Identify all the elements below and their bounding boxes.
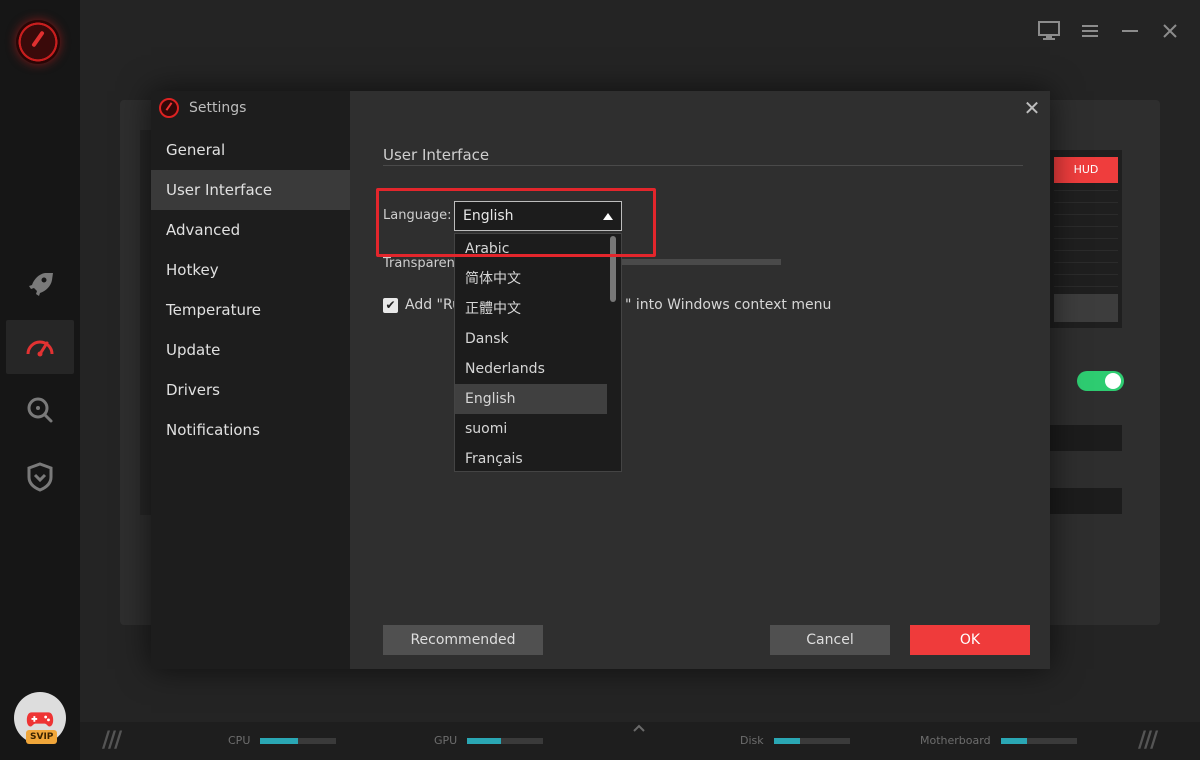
cpu-label: CPU — [228, 734, 251, 747]
background-toggle[interactable] — [1077, 371, 1124, 391]
svip-badge: SVIP — [26, 730, 58, 744]
minimize-icon[interactable] — [1117, 18, 1143, 44]
left-rail: SVIP — [0, 0, 80, 760]
language-option-nederlands[interactable]: Nederlands — [455, 354, 607, 384]
language-option-simplified-chinese[interactable]: 简体中文 — [455, 264, 607, 294]
cpu-meter-fill — [260, 737, 299, 744]
chevron-up-icon[interactable] — [632, 722, 646, 736]
context-menu-label-end: " into Windows context menu — [625, 297, 832, 313]
gpu-stat: GPU — [434, 734, 544, 747]
nav-item-notifications[interactable]: Notifications — [151, 410, 350, 450]
section-divider — [383, 165, 1023, 166]
language-option-english[interactable]: English — [455, 384, 607, 414]
disk-label: Disk — [740, 734, 764, 747]
nav-item-temperature[interactable]: Temperature — [151, 290, 350, 330]
settings-dialog: Settings General User Interface Advanced… — [151, 91, 1050, 669]
background-field[interactable] — [1050, 488, 1122, 514]
language-option-traditional-chinese[interactable]: 正體中文 — [455, 294, 607, 324]
menu-icon[interactable] — [1077, 18, 1103, 44]
recommended-button[interactable]: Recommended — [383, 625, 543, 655]
language-option-suomi[interactable]: suomi — [455, 414, 607, 444]
caret-up-icon — [603, 213, 613, 220]
gpu-label: GPU — [434, 734, 458, 747]
close-icon[interactable] — [1157, 18, 1183, 44]
cancel-button[interactable]: Cancel — [770, 625, 890, 655]
nav-item-advanced[interactable]: Advanced — [151, 210, 350, 250]
dropdown-scrollbar[interactable] — [610, 236, 616, 302]
shield-icon[interactable] — [6, 450, 74, 504]
settings-title-bar: Settings — [159, 98, 246, 118]
nav-item-update[interactable]: Update — [151, 330, 350, 370]
language-dropdown: Arabic 简体中文 正體中文 Dansk Nederlands Englis… — [454, 233, 622, 472]
language-label: Language: — [383, 208, 452, 223]
motherboard-meter-fill — [1000, 737, 1028, 744]
context-menu-checkbox[interactable]: ✔ — [383, 298, 398, 313]
nav-item-hotkey[interactable]: Hotkey — [151, 250, 350, 290]
motherboard-stat: Motherboard — [920, 734, 1077, 747]
app-logo-icon[interactable] — [16, 20, 60, 64]
language-options: Arabic 简体中文 正體中文 Dansk Nederlands Englis… — [455, 234, 607, 471]
disk-meter — [773, 737, 850, 744]
gpu-meter-fill — [467, 737, 502, 744]
language-select[interactable]: English — [454, 201, 622, 231]
transparency-slider[interactable] — [621, 259, 781, 265]
context-menu-label: Add "Ru — [405, 297, 461, 313]
disk-meter-fill — [773, 737, 801, 744]
transparency-label: Transparency — [383, 256, 458, 271]
ok-button[interactable]: OK — [910, 625, 1030, 655]
settings-title: Settings — [189, 100, 247, 116]
decor-slashes-right: /// — [1138, 728, 1158, 753]
monitor-icon[interactable] — [1036, 18, 1062, 44]
search-scan-icon[interactable] — [6, 383, 74, 437]
cpu-stat: CPU — [228, 734, 337, 747]
nav-item-user-interface[interactable]: User Interface — [151, 170, 350, 210]
nav-item-drivers[interactable]: Drivers — [151, 370, 350, 410]
language-option-dansk[interactable]: Dansk — [455, 324, 607, 354]
decor-slashes-left: /// — [102, 728, 122, 753]
cpu-meter — [260, 737, 337, 744]
settings-sidebar: Settings General User Interface Advanced… — [151, 91, 350, 669]
language-option-francais[interactable]: Français — [455, 444, 607, 471]
hud-button[interactable]: HUD — [1054, 157, 1118, 183]
motherboard-label: Motherboard — [920, 734, 991, 747]
background-field[interactable] — [1050, 425, 1122, 451]
gpu-meter — [467, 737, 544, 744]
settings-nav: General User Interface Advanced Hotkey T… — [151, 130, 350, 450]
section-title: User Interface — [383, 146, 490, 164]
speedometer-icon[interactable] — [6, 320, 74, 374]
hud-gray-block — [1054, 294, 1118, 322]
hud-lines — [1054, 190, 1118, 290]
language-option-arabic[interactable]: Arabic — [455, 234, 607, 264]
rocket-icon[interactable] — [6, 257, 74, 311]
app-window: SVIP HUD CPU GPU Disk Motherboard /// //… — [0, 0, 1200, 760]
nav-item-general[interactable]: General — [151, 130, 350, 170]
language-selected-value: English — [463, 208, 514, 224]
motherboard-meter — [1000, 737, 1077, 744]
dialog-close-icon[interactable]: ✕ — [1021, 98, 1043, 120]
disk-stat: Disk — [740, 734, 850, 747]
app-logo-icon — [159, 98, 179, 118]
